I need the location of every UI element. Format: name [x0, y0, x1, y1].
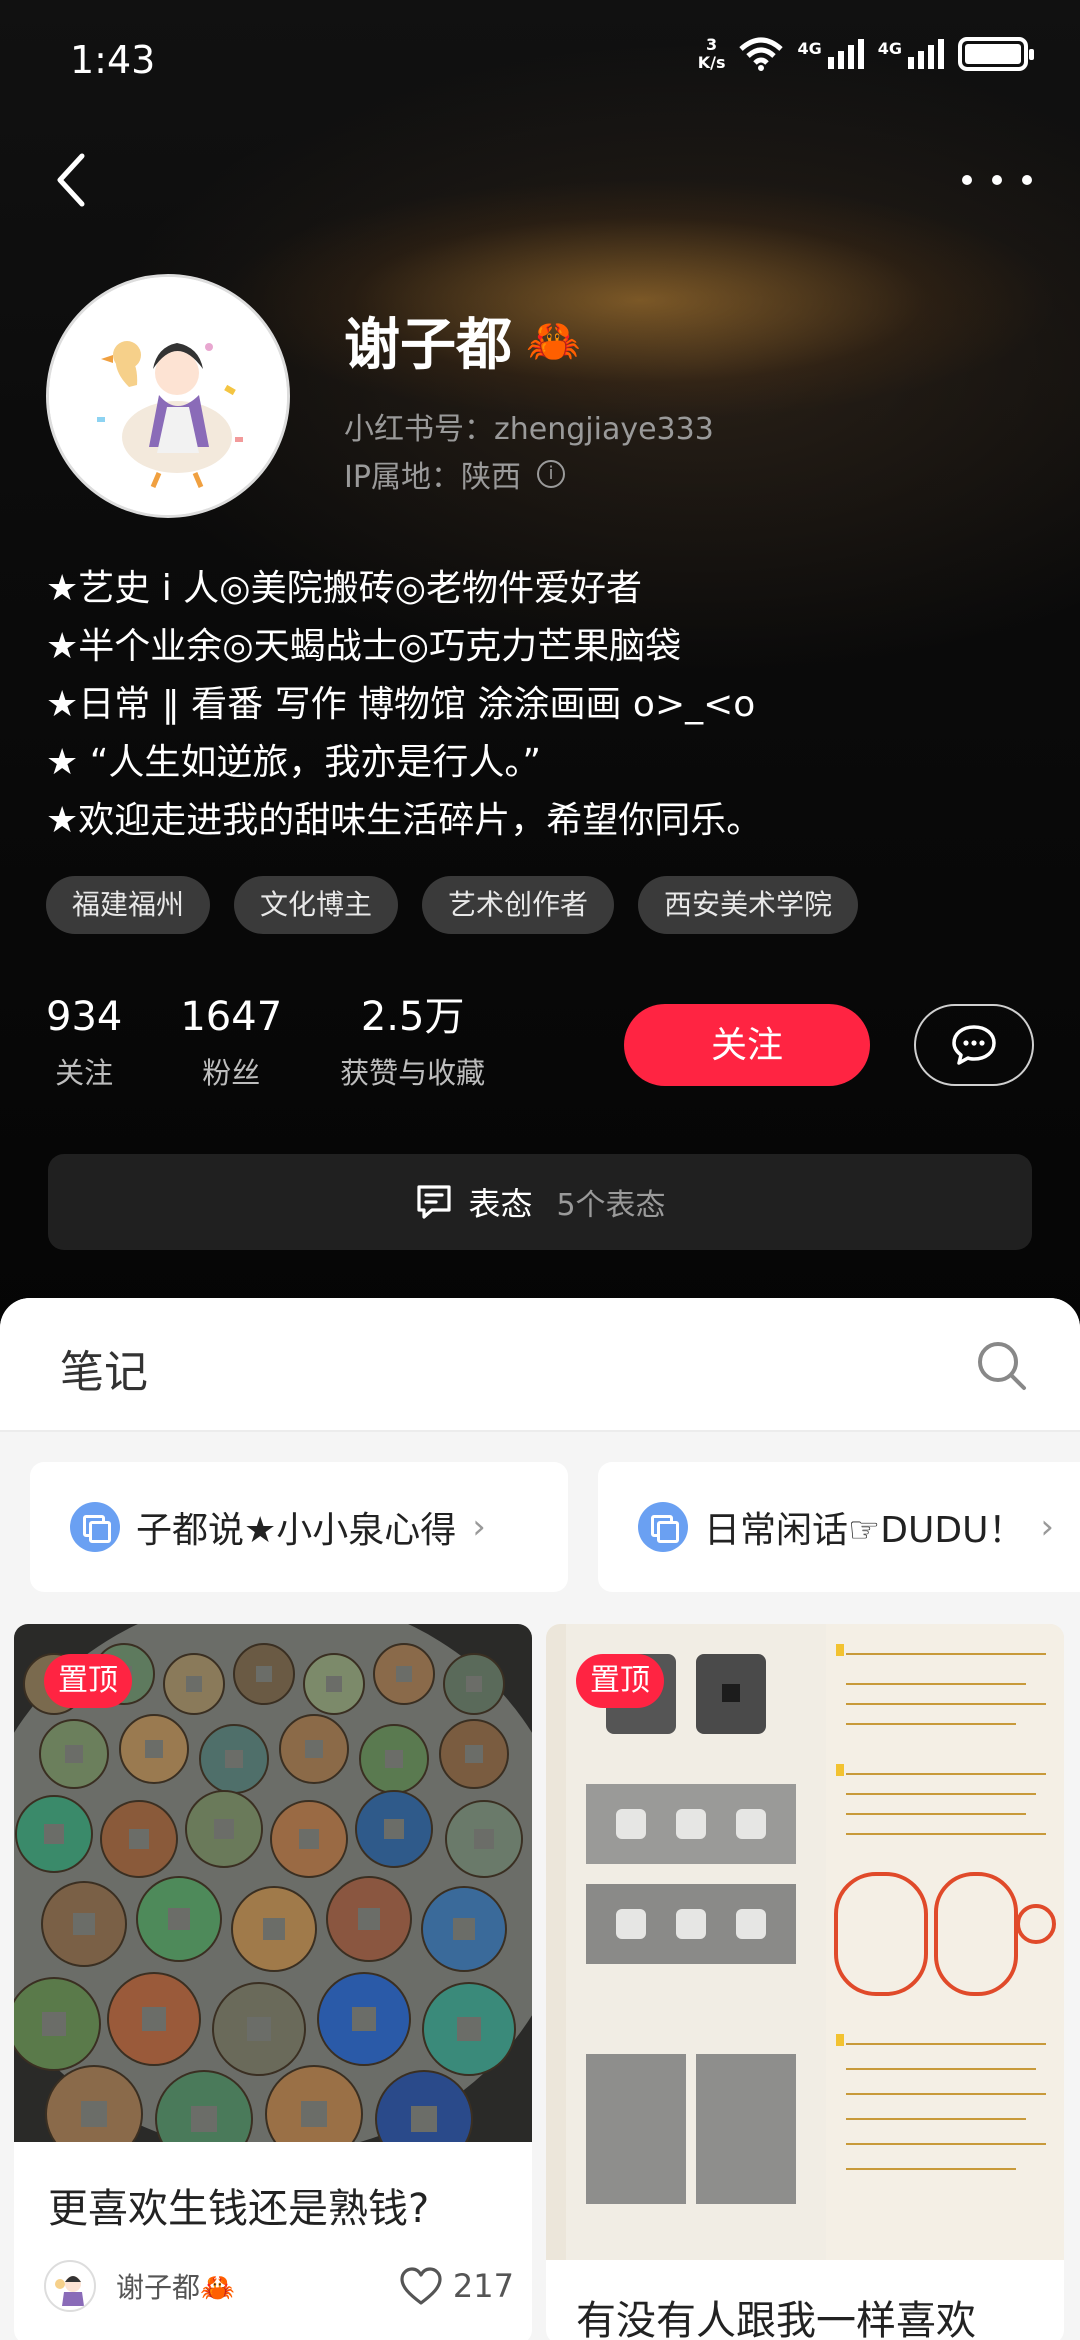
- tab-notes[interactable]: 笔记: [60, 1336, 148, 1400]
- chevron-right-icon: ›: [1040, 1507, 1055, 1547]
- collection-item[interactable]: 日常闲话☞DUDU！ ›: [598, 1462, 1080, 1592]
- bio-line: ★艺史 i 人◎美院搬砖◎老物件爱好者: [46, 568, 642, 609]
- stat-following[interactable]: 934 关注: [46, 992, 122, 1092]
- bio-line: ★欢迎走进我的甜味生活碎片，希望你同乐。: [46, 800, 763, 841]
- info-icon[interactable]: i: [536, 460, 565, 488]
- heart-icon: [400, 2267, 442, 2305]
- note-card[interactable]: 置顶: [14, 1624, 532, 2340]
- tag-art-creator[interactable]: 艺术创作者: [422, 876, 615, 934]
- stat-likes-collects[interactable]: 2.5万 获赞与收藏: [340, 992, 485, 1092]
- like-count: 217: [452, 2267, 514, 2305]
- collection-item[interactable]: 子都说★小小泉心得 ›: [30, 1462, 568, 1592]
- status-bar: 1:43 3 K/s 4G 4G: [0, 0, 1080, 120]
- chevron-right-icon: ›: [472, 1507, 486, 1547]
- nickname: 谢子都 🦀: [344, 313, 581, 378]
- collection-icon: [638, 1502, 688, 1552]
- profile-tags: 福建福州 文化博主 艺术创作者 西安美术学院: [46, 876, 859, 934]
- notes-header: 笔记: [0, 1298, 1080, 1432]
- pinned-badge: 置顶: [44, 1654, 132, 1708]
- bio-line: ★日常 ‖ 看番 写作 博物馆 涂涂画画 o>_<o: [46, 684, 756, 725]
- profile-stats: 934 关注 1647 粉丝 2.5万 获赞与收藏: [46, 992, 485, 1092]
- avatar[interactable]: [46, 274, 290, 518]
- wifi-icon: [739, 37, 784, 71]
- stat-followers[interactable]: 1647 粉丝: [180, 992, 282, 1092]
- clock: 1:43: [70, 38, 156, 82]
- net-speed: 3 K/s: [697, 35, 726, 72]
- chat-bubble-icon: [952, 1025, 996, 1065]
- avatar-illustration: [49, 277, 287, 515]
- bio-line: ★ “人生如逆旅，我亦是行人。”: [46, 742, 542, 783]
- like-button[interactable]: 217: [399, 2266, 514, 2306]
- note-title: 有没有人跟我一样喜欢: [576, 2298, 976, 2340]
- tag-location[interactable]: 福建福州: [46, 876, 211, 934]
- account-id: 小红书号：zhengjiaye333: [344, 412, 714, 447]
- signal-icon-2: 4G: [878, 39, 944, 69]
- tag-culture-blogger[interactable]: 文化博主: [234, 876, 399, 934]
- comment-square-icon: [417, 1185, 452, 1219]
- ip-location: IP属地：陕西 i: [344, 452, 565, 496]
- status-icons: 3 K/s 4G 4G: [697, 35, 1034, 72]
- bio-line: ★半个业余◎天蝎战士◎巧克力芒果脑袋: [46, 626, 682, 667]
- collections-row: 子都说★小小泉心得 › 日常闲话☞DUDU！ ›: [30, 1462, 1080, 1592]
- bio: ★艺史 i 人◎美院搬砖◎老物件爱好者 ★半个业余◎天蝎战士◎巧克力芒果脑袋 ★…: [46, 560, 1046, 850]
- follow-button[interactable]: 关注: [624, 1004, 870, 1086]
- tag-school[interactable]: 西安美术学院: [638, 876, 859, 934]
- signal-icon-1: 4G: [797, 39, 864, 69]
- status-reactions-entry[interactable]: 表态 5个表态: [48, 1154, 1032, 1250]
- notebook-photo: [546, 1624, 1064, 2260]
- notes-sheet: 笔记 子都说★小小泉心得 › 日常闲话☞DUDU！ › 置顶 更喜欢生钱还是熟钱…: [0, 1298, 1080, 2340]
- battery-icon: [958, 37, 1034, 71]
- note-footer: 谢子都🦀 217: [44, 2260, 514, 2312]
- pinned-badge: 置顶: [576, 1654, 664, 1708]
- note-title: 更喜欢生钱还是熟钱?: [48, 2186, 430, 2232]
- dot-icon: [1022, 175, 1032, 185]
- author-avatar[interactable]: [44, 2260, 96, 2312]
- note-card[interactable]: 置顶: [546, 1624, 1064, 2340]
- author-name[interactable]: 谢子都🦀: [116, 2266, 235, 2306]
- collection-icon: [70, 1502, 120, 1552]
- search-icon[interactable]: [974, 1338, 1030, 1394]
- more-options-button[interactable]: [962, 160, 1032, 200]
- back-arrow-icon[interactable]: [48, 150, 98, 210]
- message-button[interactable]: [914, 1004, 1034, 1086]
- dot-icon: [962, 175, 972, 185]
- dot-icon: [992, 175, 1002, 185]
- crab-emoji-icon: 🦀: [526, 315, 581, 367]
